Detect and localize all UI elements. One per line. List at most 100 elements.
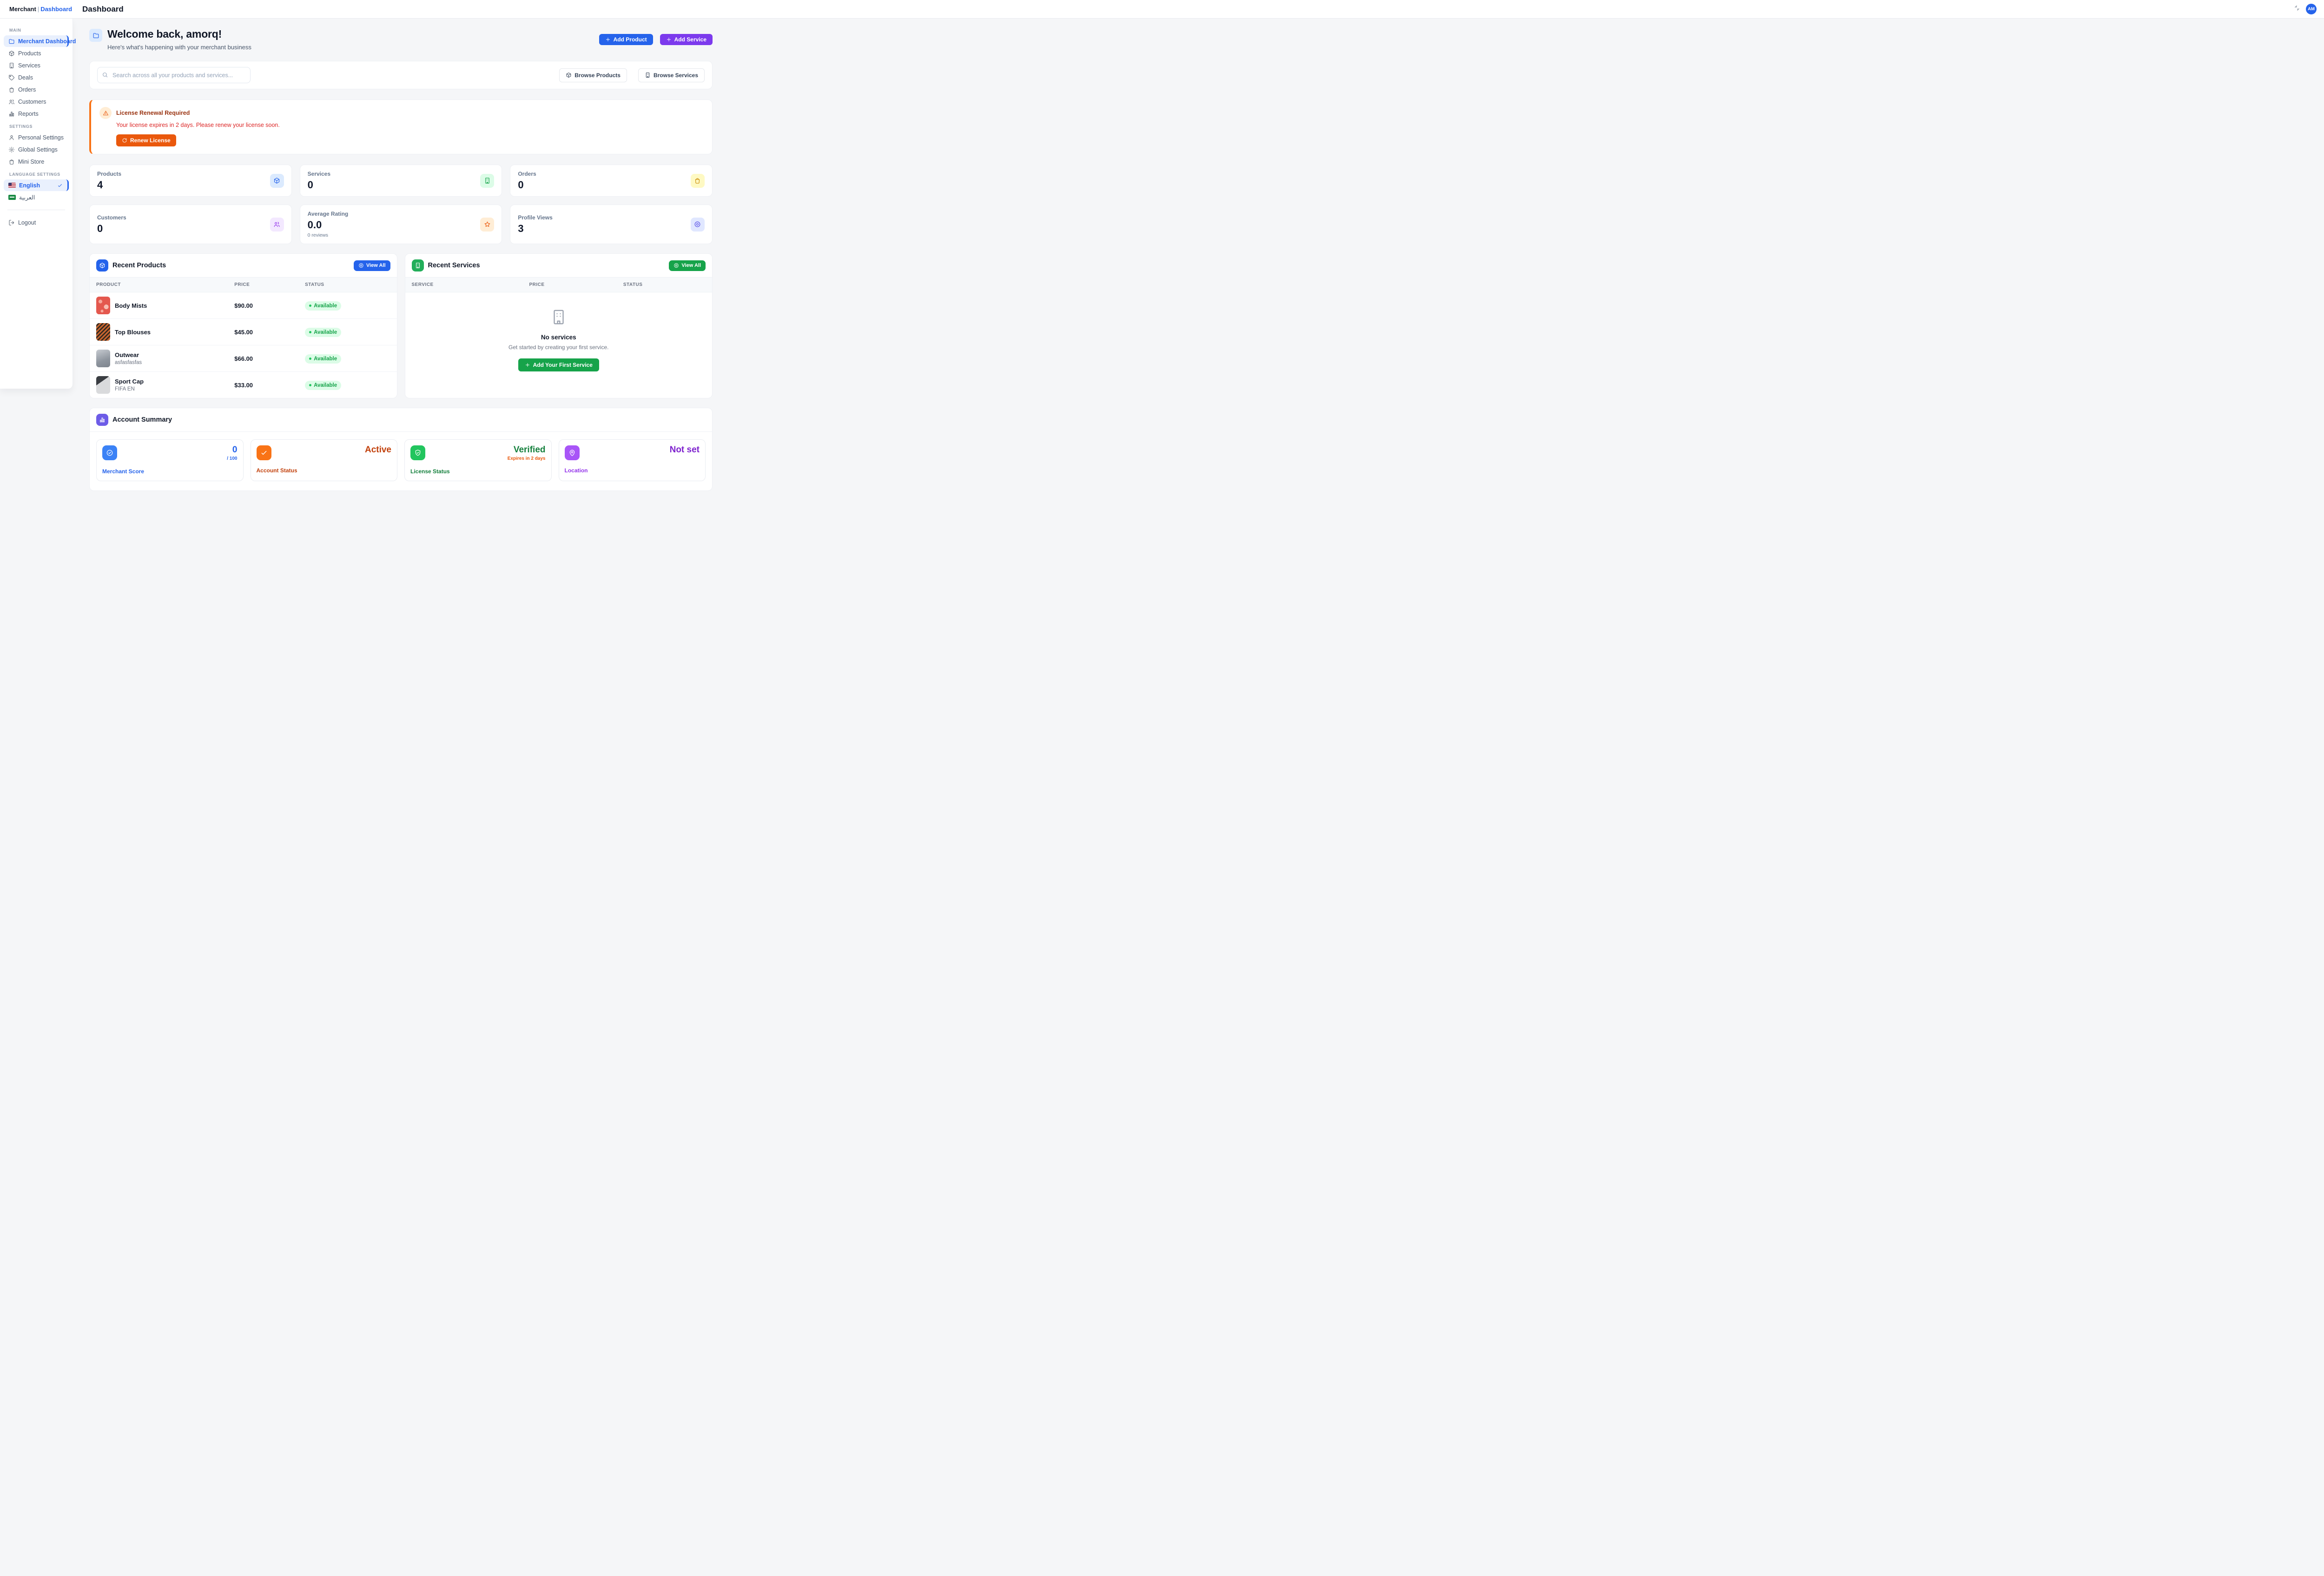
column-header: PRICE bbox=[234, 282, 305, 287]
stat-card-customers: Customers 0 bbox=[89, 205, 292, 244]
stat-label: Products bbox=[97, 171, 121, 177]
user-icon bbox=[8, 134, 15, 141]
plus-icon bbox=[666, 37, 672, 42]
stat-card-services: Services 0 bbox=[300, 165, 502, 197]
sidebar-item-orders[interactable]: Orders bbox=[4, 84, 69, 95]
product-thumbnail bbox=[96, 323, 110, 341]
summary-label: License Status bbox=[410, 468, 546, 475]
sidebar-item-reports[interactable]: Reports bbox=[4, 108, 69, 119]
add-first-service-button[interactable]: Add Your First Service bbox=[518, 358, 599, 371]
summary-card-merchant-score: 0 / 100 Merchant Score bbox=[96, 439, 244, 481]
stat-value: 0 bbox=[308, 179, 330, 191]
eye-icon bbox=[691, 218, 705, 232]
summary-value: 0 bbox=[227, 445, 237, 455]
summary-value: Active bbox=[365, 445, 391, 455]
product-row[interactable]: Top Blouses $45.00 Available bbox=[90, 319, 397, 345]
eye-icon bbox=[358, 263, 364, 268]
stat-value: 0.0 bbox=[308, 219, 349, 231]
search-icon bbox=[102, 72, 108, 78]
product-thumbnail bbox=[96, 350, 110, 367]
stat-label: Average Rating bbox=[308, 211, 349, 217]
product-row[interactable]: Body Mists $90.00 Available bbox=[90, 292, 397, 319]
product-thumbnail bbox=[96, 297, 110, 314]
add-product-button[interactable]: Add Product bbox=[599, 34, 653, 45]
sidebar-section-language: LANGUAGE SETTINGS bbox=[9, 172, 63, 177]
gear-icon bbox=[8, 146, 15, 153]
summary-label: Location bbox=[565, 467, 700, 474]
shield-check-icon bbox=[410, 445, 425, 460]
sidebar-item-language-english[interactable]: English bbox=[4, 179, 69, 191]
map-pin-icon bbox=[565, 445, 580, 460]
sidebar-item-label: العربية bbox=[19, 194, 35, 201]
account-summary-title: Account Summary bbox=[112, 416, 172, 424]
sidebar-item-language-arabic[interactable]: العربية bbox=[4, 192, 69, 203]
stat-card-average-rating: Average Rating 0.0 0 reviews bbox=[300, 205, 502, 244]
add-service-button[interactable]: Add Service bbox=[660, 34, 713, 45]
logout-icon bbox=[8, 219, 15, 226]
sidebar-item-label: Merchant Dashboard bbox=[18, 38, 76, 45]
avatar[interactable]: AM bbox=[2306, 4, 2317, 14]
sidebar-section-main: MAIN bbox=[9, 28, 63, 33]
recent-services-card: Recent Services View All SERVICE PRICE S… bbox=[405, 253, 713, 398]
view-all-services-button[interactable]: View All bbox=[669, 260, 706, 271]
alert-title: License Renewal Required bbox=[116, 110, 190, 116]
view-all-label: View All bbox=[366, 263, 386, 268]
shopping-bag-icon bbox=[691, 174, 705, 188]
status-dot-icon bbox=[309, 305, 311, 307]
status-badge: Available bbox=[305, 301, 341, 311]
fullscreen-toggle-icon[interactable] bbox=[2294, 4, 2300, 14]
browse-services-button[interactable]: Browse Services bbox=[638, 68, 705, 82]
column-header: SERVICE bbox=[412, 282, 529, 287]
column-header: STATUS bbox=[305, 282, 390, 287]
welcome-title: Welcome back, amorq! bbox=[107, 28, 251, 40]
package-icon bbox=[566, 72, 572, 78]
building-icon bbox=[550, 308, 568, 326]
stat-label: Customers bbox=[97, 214, 126, 221]
sidebar-item-customers[interactable]: Customers bbox=[4, 96, 69, 107]
stat-card-orders: Orders 0 bbox=[510, 165, 713, 197]
search-input[interactable] bbox=[97, 67, 251, 83]
product-thumbnail bbox=[96, 376, 110, 394]
product-price: $33.00 bbox=[234, 382, 305, 389]
refresh-icon bbox=[122, 138, 127, 143]
eye-icon bbox=[673, 263, 679, 268]
sidebar-item-merchant-dashboard[interactable]: Merchant Dashboard bbox=[4, 35, 69, 47]
shopping-bag-icon bbox=[8, 86, 15, 93]
sidebar-item-deals[interactable]: Deals bbox=[4, 72, 69, 83]
building-icon bbox=[645, 72, 651, 78]
sidebar-item-global-settings[interactable]: Global Settings bbox=[4, 144, 69, 155]
status-dot-icon bbox=[309, 384, 311, 386]
building-icon bbox=[412, 259, 424, 271]
stat-label: Services bbox=[308, 171, 330, 177]
product-price: $90.00 bbox=[234, 302, 305, 309]
add-product-label: Add Product bbox=[614, 36, 647, 43]
empty-state-title: No services bbox=[405, 334, 713, 341]
stat-card-products: Products 4 bbox=[89, 165, 292, 197]
column-header: STATUS bbox=[623, 282, 706, 287]
product-row[interactable]: Sport Cap FIFA EN $33.00 Available bbox=[90, 372, 397, 398]
sidebar-item-logout[interactable]: Logout bbox=[4, 217, 69, 228]
browse-products-button[interactable]: Browse Products bbox=[559, 68, 627, 82]
users-icon bbox=[8, 99, 15, 105]
sidebar-item-label: Customers bbox=[18, 99, 46, 105]
sidebar-item-services[interactable]: Services bbox=[4, 60, 69, 71]
sidebar-item-label: Products bbox=[18, 50, 41, 57]
sidebar-item-personal-settings[interactable]: Personal Settings bbox=[4, 132, 69, 143]
summary-sub: / 100 bbox=[227, 456, 237, 461]
stat-label: Orders bbox=[518, 171, 536, 177]
product-row[interactable]: Outwear asfasfasfas $66.00 Available bbox=[90, 345, 397, 372]
shopping-bag-icon bbox=[8, 159, 15, 165]
recent-services-title: Recent Services bbox=[428, 262, 480, 269]
welcome-folder-icon bbox=[89, 29, 102, 42]
package-icon bbox=[270, 174, 284, 188]
account-summary-card: Account Summary 0 / 100 Merchant Score bbox=[89, 408, 713, 491]
renew-license-button[interactable]: Renew License bbox=[116, 134, 176, 146]
plus-icon bbox=[605, 37, 611, 42]
summary-card-license-status: Verified Expires in 2 days License Statu… bbox=[404, 439, 552, 481]
sidebar-item-products[interactable]: Products bbox=[4, 47, 69, 59]
sidebar-item-label: Mini Store bbox=[18, 159, 44, 165]
bar-chart-icon bbox=[96, 414, 108, 426]
view-all-products-button[interactable]: View All bbox=[354, 260, 390, 271]
sidebar-item-mini-store[interactable]: Mini Store bbox=[4, 156, 69, 167]
column-header: PRODUCT bbox=[96, 282, 234, 287]
